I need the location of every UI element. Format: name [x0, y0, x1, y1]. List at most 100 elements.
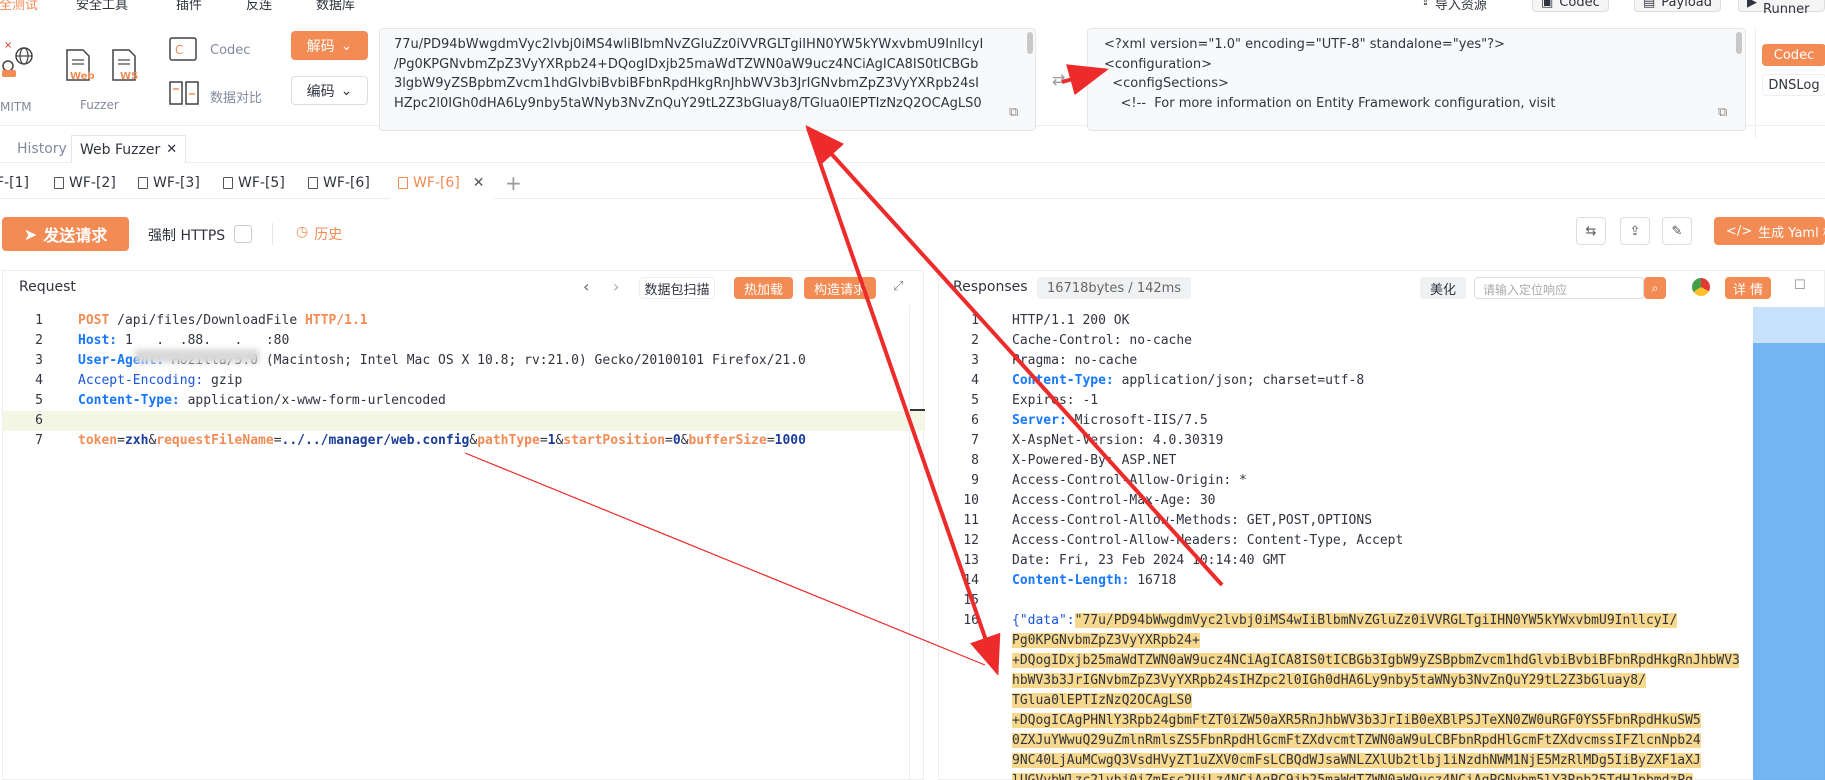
- top-yakrunner-button[interactable]: ▶ Yak Runner: [1738, 0, 1825, 17]
- history-button[interactable]: ◷ 历史: [296, 224, 342, 244]
- request-scrollbar-track[interactable]: [909, 305, 910, 780]
- blurred-host: [135, 349, 259, 363]
- menu-security-tools[interactable]: 安全工具: [76, 0, 128, 13]
- response-code-line: Content-Length: 16718: [1012, 573, 1177, 588]
- encode-button[interactable]: 编码 ⌄: [291, 76, 368, 105]
- response-code-line: Access-Control-Allow-Origin: *: [1012, 473, 1247, 488]
- codec-input-line: HZpc2l0IGh0dHA6Ly9nby5taWNyb3NvZnQuY29tL…: [394, 95, 982, 111]
- search-icon[interactable]: ⌕: [1644, 277, 1666, 299]
- tab-wf-3[interactable]: WF-[3]: [138, 167, 200, 199]
- response-code-line: Pg0KPGNvbmZpZ3VyYXRpb24+: [1012, 633, 1200, 648]
- response-editor[interactable]: 1 HTTP/1.1 200 OK 2 Cache-Control: no-cache…: [939, 311, 1739, 780]
- codec-tool-label[interactable]: Codec: [210, 43, 250, 58]
- tab-wf-label: WF-[5]: [238, 175, 285, 191]
- beautify-button[interactable]: 美化: [1420, 277, 1466, 299]
- tab-wf-2[interactable]: WF-[2]: [54, 167, 116, 199]
- input-scrollbar[interactable]: [1027, 32, 1033, 54]
- tab-wf-5[interactable]: WF-[5]: [223, 167, 285, 199]
- response-code-line: hbWV3b3JrIGNvbmZpZ3VyYXRpb24sIHZpc2l0IGh…: [1012, 673, 1646, 688]
- menu-reverse[interactable]: 反连: [246, 0, 272, 13]
- build-request-button[interactable]: 构造请求: [804, 277, 876, 299]
- response-code-line: Cache-Control: no-cache: [1012, 333, 1193, 348]
- tool-row: × MITM Web WS Fuzzer C Codec 数据对比 解码 ⌄ 编…: [0, 14, 1825, 138]
- line-number: 13: [963, 553, 979, 568]
- line-number: 1: [35, 313, 43, 328]
- codec-output-box[interactable]: <?xml version="1.0" encoding="UTF-8" sta…: [1087, 28, 1746, 131]
- codec-tool-icon[interactable]: C: [168, 36, 200, 64]
- line-number: 2: [35, 333, 43, 348]
- tab-web-fuzzer[interactable]: Web Fuzzer ✕: [71, 135, 187, 163]
- decode-button[interactable]: 解码 ⌄: [291, 31, 368, 60]
- compare-icon[interactable]: [168, 80, 200, 108]
- comment-icon[interactable]: ☐: [1794, 278, 1806, 293]
- tab-wf-label: F-[1]: [0, 175, 29, 191]
- line-number: 14: [963, 573, 979, 588]
- chevron-down-icon: ⌄: [340, 82, 353, 99]
- codec-output-line: <?xml version="1.0" encoding="UTF-8" sta…: [1104, 37, 1505, 52]
- main-menubar: 安全测试 安全工具 插件 反连 数据库 ⇪ 导入资源 ▣ Codec ▤ Pay…: [0, 0, 1825, 17]
- chevron-left-icon[interactable]: ‹: [583, 277, 589, 296]
- request-editor[interactable]: 1 POST /api/files/DownloadFile HTTP/1.1 2 H…: [3, 311, 903, 771]
- top-payload-button[interactable]: ▤ Payload: [1634, 0, 1721, 12]
- response-code-line: 0ZXJuYWwuQ29uZmlnRmlsZS5FbnRpdHlGcmFtZXd…: [1012, 733, 1701, 748]
- add-tab-icon[interactable]: +: [505, 167, 522, 199]
- response-code-line: Expires: -1: [1012, 393, 1099, 408]
- menu-database[interactable]: 数据库: [316, 0, 355, 13]
- close-icon[interactable]: ✕: [166, 142, 177, 157]
- tab-wf-6-active[interactable]: WF-[6] ✕: [390, 167, 493, 199]
- chrome-icon[interactable]: [1692, 278, 1710, 296]
- line-number: 8: [971, 453, 979, 468]
- response-code-line: Access-Control-Allow-Methods: GET,POST,O…: [1012, 513, 1373, 528]
- export-icon[interactable]: ⇪: [1620, 217, 1650, 245]
- fullscreen-icon[interactable]: ⤢: [893, 279, 903, 294]
- side-tools: Codec DNSLog: [1755, 28, 1825, 138]
- copy-icon[interactable]: ⧉: [1718, 105, 1727, 120]
- cursor-marker: [909, 409, 925, 411]
- tab-wf-1[interactable]: F-[1]: [0, 167, 29, 199]
- line-number: 10: [963, 493, 979, 508]
- import-resource-link[interactable]: ⇪ 导入资源: [1420, 0, 1487, 13]
- tab-wf-6[interactable]: WF-[6]: [308, 167, 370, 199]
- swap-arrow-icon[interactable]: ⇄: [1052, 70, 1065, 89]
- side-codec-button[interactable]: Codec: [1762, 44, 1825, 66]
- locate-search-input[interactable]: 请输入定位响应: [1474, 277, 1644, 299]
- ws-label: WS: [120, 71, 139, 82]
- request-panel: Request ‹ › 数据包扫描 热加载 构造请求 ⤢ 1 POST /api/…: [2, 270, 925, 780]
- compare-label[interactable]: 数据对比: [210, 87, 262, 106]
- codec-input-box[interactable]: 77u/PD94bWwgdmVyc2lvbj0iMS4wliBlbmNvZGlu…: [379, 28, 1036, 131]
- side-dnslog-button[interactable]: DNSLog: [1762, 74, 1825, 96]
- minimap-viewport[interactable]: [1753, 307, 1825, 343]
- gen-yaml-button[interactable]: </> 生成 Yaml 模板: [1714, 217, 1825, 245]
- file-icon: [308, 177, 318, 189]
- file-icon: [54, 177, 64, 189]
- details-button[interactable]: 详 情: [1725, 277, 1771, 299]
- tab-history[interactable]: History: [17, 135, 67, 163]
- response-code-line: {"data":"77u/PD94bWwgdmVyc2lvbj0iMS4wIiB…: [1012, 613, 1678, 628]
- response-code-line: Pragma: no-cache: [1012, 353, 1138, 368]
- hot-load-button[interactable]: 热加载: [734, 277, 793, 299]
- close-icon[interactable]: ✕: [473, 175, 485, 191]
- response-minimap[interactable]: [1753, 307, 1825, 780]
- response-code-line: X-AspNet-Version: 4.0.30319: [1012, 433, 1224, 448]
- menu-security-test[interactable]: 安全测试: [0, 0, 38, 13]
- force-https-checkbox[interactable]: [234, 225, 252, 243]
- top-codec-label: Codec: [1559, 0, 1600, 10]
- response-code-line: HTTP/1.1 200 OK: [1012, 313, 1130, 328]
- file-icon: [223, 177, 233, 189]
- capture-scan-button[interactable]: 数据包扫描: [639, 277, 715, 299]
- copy-icon[interactable]: ⧉: [1009, 105, 1018, 120]
- menu-plugins[interactable]: 插件: [176, 0, 202, 13]
- mitm-icon[interactable]: ×: [0, 36, 40, 80]
- main-tabs: History Web Fuzzer ✕: [0, 135, 1825, 163]
- output-scrollbar[interactable]: [1736, 32, 1742, 54]
- size-time-badge: 16718bytes / 142ms: [1037, 277, 1192, 299]
- send-request-button[interactable]: ➤ 发送请求: [2, 217, 129, 251]
- edit-icon[interactable]: ✎: [1662, 217, 1692, 245]
- line-number: 2: [971, 333, 979, 348]
- line-number: 4: [35, 373, 43, 388]
- request-code-line: POST /api/files/DownloadFile HTTP/1.1: [78, 313, 368, 328]
- top-codec-button[interactable]: ▣ Codec: [1532, 0, 1609, 12]
- share-icon[interactable]: ⇆: [1576, 217, 1606, 245]
- chevron-right-icon[interactable]: ›: [613, 277, 619, 296]
- clock-icon: ◷: [296, 224, 309, 240]
